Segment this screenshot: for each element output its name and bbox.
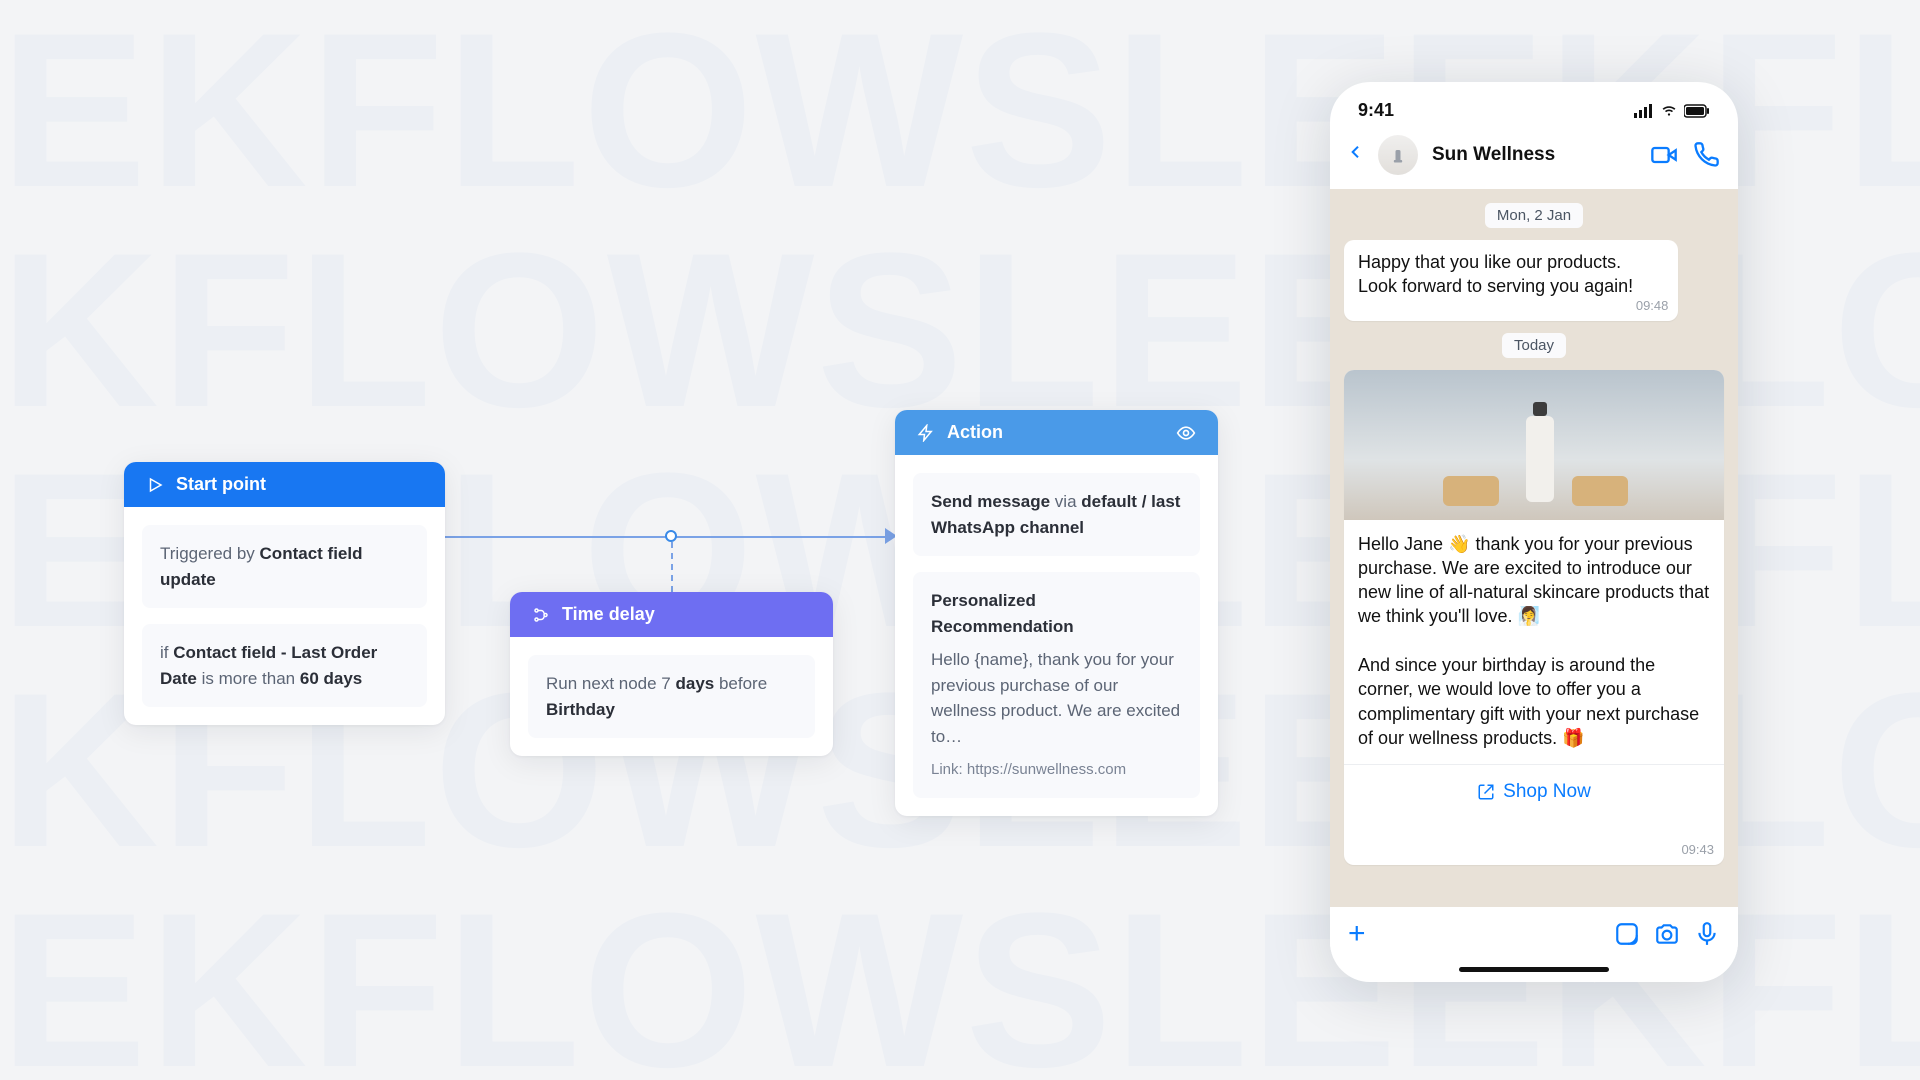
- branch-icon: [532, 606, 550, 624]
- chat-input-bar: +: [1330, 907, 1738, 959]
- delay-rule-card[interactable]: Run next node 7 days before Birthday: [528, 655, 815, 738]
- recommendation-card[interactable]: Personalized Recommendation Hello {name}…: [913, 572, 1200, 798]
- action-title: Action: [947, 422, 1164, 443]
- action-header: Action: [895, 410, 1218, 455]
- connector-junction-dot: [665, 530, 677, 542]
- play-icon: [146, 476, 164, 494]
- rich-message-p2: And since your birthday is around the co…: [1358, 653, 1710, 750]
- recommendation-body: Hello {name}, thank you for your previou…: [931, 647, 1182, 749]
- message-bubble-1: Happy that you like our products. Look f…: [1344, 240, 1678, 321]
- contact-name: Sun Wellness: [1432, 144, 1636, 166]
- time-delay-node[interactable]: Time delay Run next node 7 days before B…: [510, 592, 833, 756]
- wifi-icon: [1660, 104, 1678, 118]
- status-icons: [1634, 104, 1710, 118]
- time-delay-title: Time delay: [562, 604, 655, 625]
- mic-icon[interactable]: [1694, 921, 1720, 947]
- shop-now-button[interactable]: Shop Now: [1344, 764, 1724, 819]
- recommendation-title: Personalized Recommendation: [931, 588, 1182, 639]
- start-point-header: Start point: [124, 462, 445, 507]
- connector-vertical: [671, 542, 673, 592]
- attach-button[interactable]: +: [1348, 917, 1366, 951]
- back-icon[interactable]: [1348, 139, 1364, 172]
- camera-icon[interactable]: [1654, 921, 1680, 947]
- start-point-node[interactable]: Start point Triggered by Contact field u…: [124, 462, 445, 725]
- trigger-card[interactable]: Triggered by Contact field update: [142, 525, 427, 608]
- voice-call-icon[interactable]: [1692, 141, 1720, 169]
- condition-card[interactable]: if Contact field - Last Order Date is mo…: [142, 624, 427, 707]
- time-delay-header: Time delay: [510, 592, 833, 637]
- recommendation-link: Link: https://sunwellness.com: [931, 759, 1182, 782]
- date-chip: Mon, 2 Jan: [1485, 203, 1583, 228]
- battery-icon: [1684, 104, 1710, 118]
- send-message-card[interactable]: Send message via default / last WhatsApp…: [913, 473, 1200, 556]
- home-indicator: [1459, 967, 1609, 972]
- cellular-icon: [1634, 104, 1654, 118]
- message-timestamp: 09:43: [1681, 841, 1714, 859]
- date-chip: Today: [1502, 333, 1566, 358]
- video-call-icon[interactable]: [1650, 141, 1678, 169]
- message-bubble-rich: Hello Jane 👋 thank you for your previous…: [1344, 370, 1724, 865]
- chat-header: Sun Wellness: [1330, 127, 1738, 189]
- rich-message-p1: Hello Jane 👋 thank you for your previous…: [1358, 532, 1710, 629]
- message-timestamp: 09:48: [1636, 297, 1669, 315]
- chat-body: Mon, 2 Jan Happy that you like our produ…: [1330, 189, 1738, 907]
- sticker-icon[interactable]: [1614, 921, 1640, 947]
- status-time: 9:41: [1358, 100, 1394, 121]
- eye-icon[interactable]: [1176, 423, 1196, 443]
- bolt-icon: [917, 424, 935, 442]
- avatar[interactable]: [1378, 135, 1418, 175]
- product-image: [1344, 370, 1724, 520]
- action-node[interactable]: Action Send message via default / last W…: [895, 410, 1218, 816]
- phone-mockup: 9:41 Sun Wellness Mon, 2 Jan Happy that …: [1330, 82, 1738, 982]
- external-link-icon: [1477, 783, 1495, 801]
- start-point-title: Start point: [176, 474, 266, 495]
- status-bar: 9:41: [1330, 82, 1738, 127]
